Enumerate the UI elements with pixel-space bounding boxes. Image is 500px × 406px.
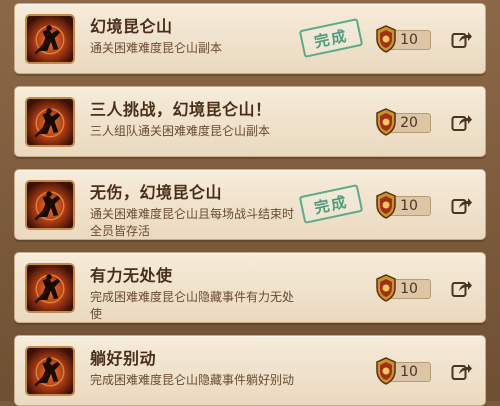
achievement-list: 幻境昆仑山 通关困难难度昆仑山副本 完成 10 三人挑战，幻境昆仑山！ 三人组队… <box>0 0 500 406</box>
completed-stamp: 完成 <box>298 18 364 58</box>
reward: 10 <box>373 357 435 385</box>
share-icon[interactable] <box>451 361 473 381</box>
reward: 10 <box>373 191 435 219</box>
share-icon[interactable] <box>451 195 473 215</box>
achievement-title: 幻境昆仑山 <box>90 17 173 36</box>
warrior-icon <box>25 14 75 64</box>
achievement-title: 有力无处使 <box>90 266 173 285</box>
warrior-icon <box>25 97 75 147</box>
achievement-card[interactable]: 有力无处使 完成困难难度昆仑山隐藏事件有力无处使 10 <box>14 252 486 323</box>
achievement-card[interactable]: 无伤，幻境昆仑山 通关困难难度昆仑山且每场战斗结束时全员皆存活 完成 10 <box>14 169 486 240</box>
warrior-icon <box>25 180 75 230</box>
reward: 20 <box>373 108 435 136</box>
achievement-title: 无伤，幻境昆仑山 <box>90 183 223 202</box>
reward: 10 <box>373 25 435 53</box>
completed-stamp: 完成 <box>298 184 364 224</box>
medal-icon <box>376 191 396 219</box>
achievement-description: 完成困难难度昆仑山隐藏事件有力无处使 <box>90 290 295 321</box>
achievement-card[interactable]: 幻境昆仑山 通关困难难度昆仑山副本 完成 10 <box>14 3 486 74</box>
share-icon[interactable] <box>451 112 473 132</box>
achievement-title: 躺好别动 <box>90 349 157 368</box>
warrior-icon <box>25 346 75 396</box>
reward: 10 <box>373 274 435 302</box>
medal-icon <box>376 357 396 385</box>
achievement-card[interactable]: 三人挑战，幻境昆仑山！ 三人组队通关困难难度昆仑山副本 20 <box>14 86 486 157</box>
warrior-icon <box>25 263 75 313</box>
achievement-description: 通关困难难度昆仑山且每场战斗结束时全员皆存活 <box>90 207 295 238</box>
share-icon[interactable] <box>451 29 473 49</box>
achievement-title: 三人挑战，幻境昆仑山！ <box>90 100 272 119</box>
achievement-card[interactable]: 躺好别动 完成困难难度昆仑山隐藏事件躺好别动 10 <box>14 335 486 406</box>
achievement-description: 完成困难难度昆仑山隐藏事件躺好别动 <box>90 373 295 387</box>
medal-icon <box>376 274 396 302</box>
achievement-description: 三人组队通关困难难度昆仑山副本 <box>90 124 271 138</box>
medal-icon <box>376 108 396 136</box>
achievement-description: 通关困难难度昆仑山副本 <box>90 41 223 55</box>
achievement-panel: 幻境昆仑山 通关困难难度昆仑山副本 完成 10 三人挑战，幻境昆仑山！ 三人组队… <box>0 0 500 406</box>
share-icon[interactable] <box>451 278 473 298</box>
medal-icon <box>376 25 396 53</box>
